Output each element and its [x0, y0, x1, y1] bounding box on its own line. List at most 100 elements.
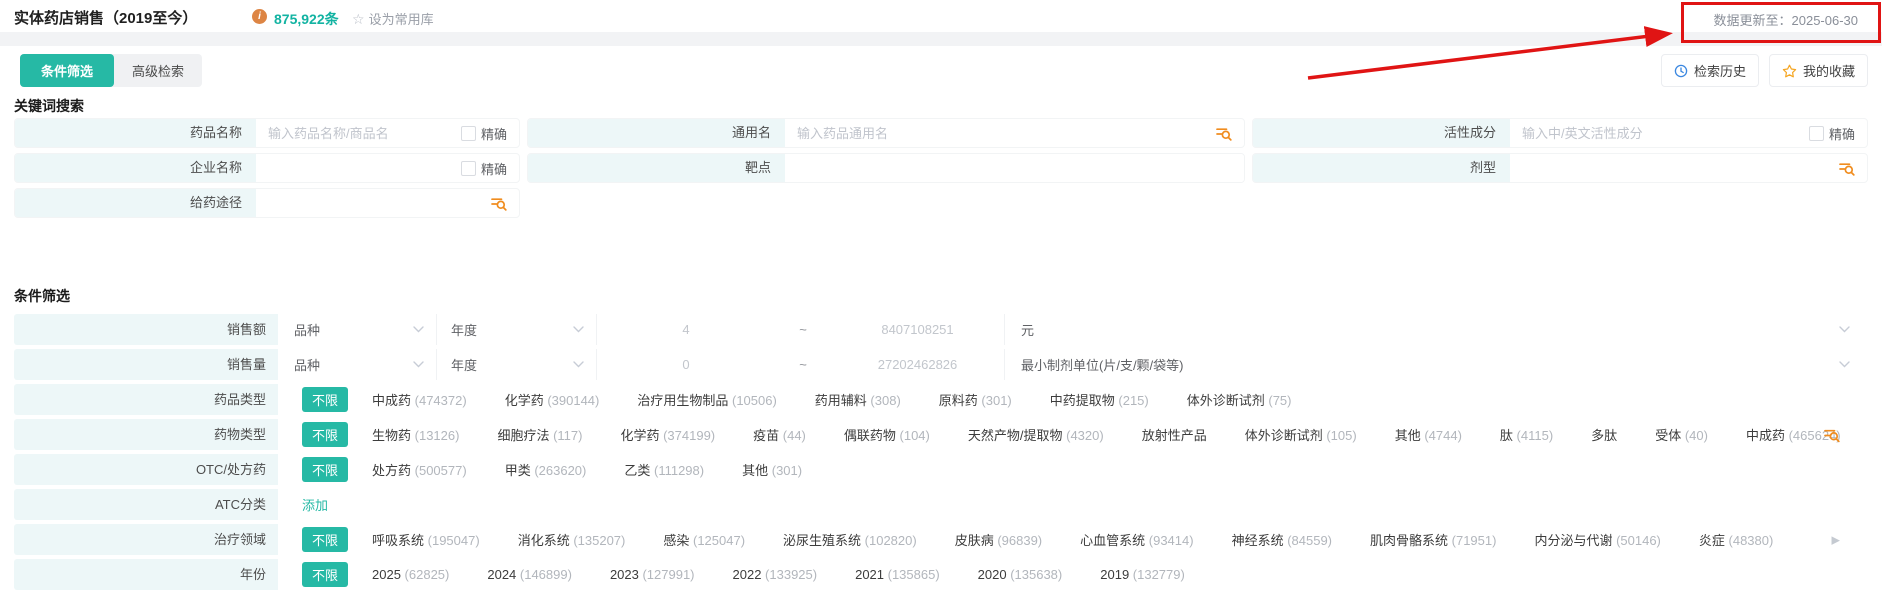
sales-amount-period-select[interactable]: 年度	[437, 314, 597, 345]
drug-category-option[interactable]: 多肽	[1591, 425, 1617, 444]
checkbox-icon[interactable]	[1809, 126, 1824, 141]
set-favorite-button[interactable]: ☆ 设为常用库	[352, 9, 434, 28]
list-search-icon[interactable]	[1215, 125, 1232, 142]
checkbox-icon[interactable]	[461, 161, 476, 176]
drug-type-option[interactable]: 原料药 (301)	[939, 390, 1012, 409]
active-ingredient-input[interactable]	[1510, 126, 1805, 141]
list-search-button-generic-name[interactable]	[1211, 119, 1244, 147]
year-option[interactable]: 2022 (133925)	[733, 567, 818, 582]
filter-label-therapy-area: 治疗领域	[14, 524, 278, 555]
checkbox-icon[interactable]	[461, 126, 476, 141]
year-option[interactable]: 2025 (62825)	[372, 567, 449, 582]
drug-category-option[interactable]: 其他 (4744)	[1395, 425, 1462, 444]
list-search-icon[interactable]	[1823, 426, 1840, 443]
drug-category-option[interactable]: 疫苗 (44)	[753, 425, 806, 444]
drug-category-option[interactable]: 偶联药物 (104)	[844, 425, 930, 444]
exact-checkbox-company-name[interactable]: 精确	[457, 154, 519, 182]
star-outline-icon: ☆	[352, 12, 365, 26]
filter-row-drug-type: 药品类型不限中成药 (474372)化学药 (390144)治疗用生物制品 (1…	[14, 384, 1868, 415]
therapy-area-option[interactable]: 心血管系统 (93414)	[1080, 530, 1193, 549]
otc-rx-option[interactable]: 处方药 (500577)	[372, 460, 467, 479]
therapy-area-option[interactable]: 肌肉骨骼系统 (71951)	[1370, 530, 1496, 549]
drug-category-list-search-button[interactable]	[1823, 426, 1840, 443]
drug-category-option[interactable]: 化学药 (374199)	[620, 425, 715, 444]
keyword-field-active-ingredient: 活性成分精确	[1252, 118, 1868, 148]
drug-category-option[interactable]: 生物药 (13126)	[372, 425, 459, 444]
therapy-area-option[interactable]: 消化系统 (135207)	[518, 530, 626, 549]
drug-type-option[interactable]: 药用辅料 (308)	[815, 390, 901, 409]
target-input[interactable]	[785, 161, 1244, 176]
drug-type-option[interactable]: 体外诊断试剂 (75)	[1187, 390, 1292, 409]
sales-amount-max-input[interactable]: 8407108251	[831, 314, 1005, 345]
therapy-area-all-button[interactable]: 不限	[302, 527, 348, 552]
therapy-area-option[interactable]: 内分泌与代谢 (50146)	[1534, 530, 1660, 549]
therapy-area-option[interactable]: 炎症 (48380)	[1699, 530, 1773, 549]
my-favorites-button[interactable]: 我的收藏	[1769, 54, 1868, 87]
route-input[interactable]	[256, 196, 486, 211]
tab-advanced-search[interactable]: 高级检索	[114, 54, 202, 87]
drug-category-option[interactable]: 放射性产品	[1142, 425, 1207, 444]
sales-volume-unit-select[interactable]: 最小制剂单位(片/支/颗/袋等)	[1005, 349, 1868, 380]
exact-checkbox-active-ingredient[interactable]: 精确	[1805, 119, 1867, 147]
sales-amount-min-input[interactable]: 4	[597, 314, 775, 345]
filter-label-sales-volume: 销售量	[14, 349, 278, 380]
atc-class-add-link[interactable]: 添加	[278, 495, 328, 514]
otc-rx-all-button[interactable]: 不限	[302, 457, 348, 482]
drug-name-input[interactable]	[256, 126, 457, 141]
year-option[interactable]: 2020 (135638)	[978, 567, 1063, 582]
drug-category-option[interactable]: 体外诊断试剂 (105)	[1245, 425, 1357, 444]
list-search-icon[interactable]	[490, 195, 507, 212]
generic-name-input[interactable]	[785, 126, 1211, 141]
drug-category-option[interactable]: 天然产物/提取物 (4320)	[968, 425, 1104, 444]
tab-bar: 条件筛选 高级检索	[20, 54, 202, 87]
list-search-button-dosage-form[interactable]	[1834, 154, 1867, 182]
tab-condition-filter[interactable]: 条件筛选	[20, 54, 114, 87]
otc-rx-option[interactable]: 乙类 (111298)	[624, 460, 704, 479]
year-all-button[interactable]: 不限	[302, 562, 348, 587]
filter-rows: 销售额品种年度4~8407108251元销售量品种年度0~27202462826…	[14, 314, 1868, 594]
year-option[interactable]: 2023 (127991)	[610, 567, 695, 582]
therapy-area-option[interactable]: 泌尿生殖系统 (102820)	[783, 530, 917, 549]
exact-checkbox-drug-name[interactable]: 精确	[457, 119, 519, 147]
drug-category-all-button[interactable]: 不限	[302, 422, 348, 447]
sales-amount-unit-select[interactable]: 元	[1005, 314, 1868, 345]
drug-type-option[interactable]: 治疗用生物制品 (10506)	[637, 390, 776, 409]
therapy-area-option[interactable]: 皮肤病 (96839)	[955, 530, 1042, 549]
drug-type-option[interactable]: 中药提取物 (215)	[1050, 390, 1149, 409]
therapy-area-option[interactable]: 呼吸系统 (195047)	[372, 530, 480, 549]
chevron-down-icon	[413, 361, 424, 368]
sales-volume-dimension-select[interactable]: 品种	[278, 349, 437, 380]
therapy-area-expand-arrow[interactable]: ▶	[1832, 533, 1840, 546]
exact-label: 精确	[1829, 124, 1855, 143]
keyword-row: 给药途径	[14, 188, 1868, 218]
list-search-icon[interactable]	[1838, 160, 1855, 177]
sales-volume-min-input[interactable]: 0	[597, 349, 775, 380]
sales-amount-dimension-select[interactable]: 品种	[278, 314, 437, 345]
keyword-label-company-name: 企业名称	[15, 154, 256, 182]
list-search-button-route[interactable]	[486, 189, 519, 217]
page-title: 实体药店销售（2019至今）	[14, 7, 197, 28]
drug-type-option[interactable]: 化学药 (390144)	[505, 390, 600, 409]
therapy-area-option[interactable]: 感染 (125047)	[663, 530, 745, 549]
otc-rx-option[interactable]: 其他 (301)	[742, 460, 802, 479]
year-option[interactable]: 2021 (135865)	[855, 567, 940, 582]
dosage-form-input[interactable]	[1510, 161, 1834, 176]
info-icon[interactable]: i	[252, 9, 267, 24]
sales-volume-max-input[interactable]: 27202462826	[831, 349, 1005, 380]
background-strip	[0, 32, 1882, 46]
year-option[interactable]: 2019 (132779)	[1100, 567, 1185, 582]
therapy-area-option[interactable]: 神经系统 (84559)	[1232, 530, 1332, 549]
otc-rx-option[interactable]: 甲类 (263620)	[505, 460, 587, 479]
filter-row-sales-volume: 销售量品种年度0~27202462826最小制剂单位(片/支/颗/袋等)	[14, 349, 1868, 380]
drug-category-option[interactable]: 受体 (40)	[1655, 425, 1708, 444]
drug-type-all-button[interactable]: 不限	[302, 387, 348, 412]
filter-label-atc-class: ATC分类	[14, 489, 278, 520]
drug-category-option[interactable]: 肽 (4115)	[1500, 425, 1553, 444]
drug-category-option[interactable]: 细胞疗法 (117)	[497, 425, 582, 444]
sales-volume-period-select[interactable]: 年度	[437, 349, 597, 380]
top-bar: 实体药店销售（2019至今） i 875,922条 ☆ 设为常用库 数据更新至：…	[0, 0, 1882, 32]
company-name-input[interactable]	[256, 161, 457, 176]
year-option[interactable]: 2024 (146899)	[487, 567, 572, 582]
search-history-button[interactable]: 检索历史	[1661, 54, 1759, 87]
drug-type-option[interactable]: 中成药 (474372)	[372, 390, 467, 409]
